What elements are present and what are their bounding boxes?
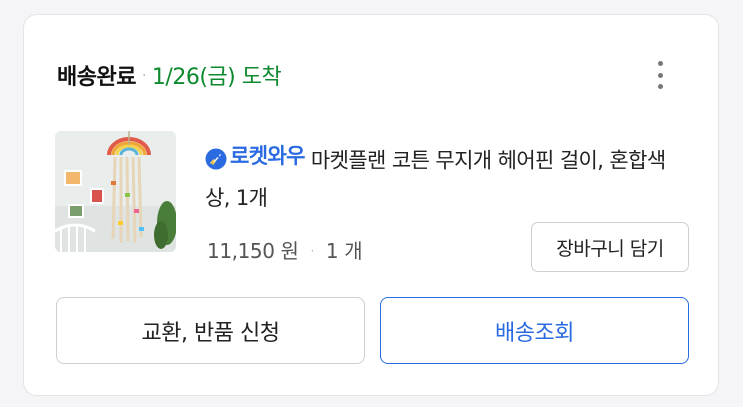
product-thumbnail[interactable] (55, 131, 176, 252)
exchange-return-button[interactable]: 교환, 반품 신청 (56, 297, 365, 364)
rocket-wow-badge: 로켓와우 (205, 138, 305, 175)
product-title-block[interactable]: 로켓와우 마켓플랜 코튼 무지개 헤어핀 걸이, 혼합색상, 1개 (205, 138, 685, 217)
track-delivery-button[interactable]: 배송조회 (380, 297, 689, 364)
product-image (55, 131, 176, 252)
price-row: 11,150 원 · 1 개 (207, 235, 363, 264)
order-card: 배송완료 · 1/26(금) 도착 로켓와우 마켓플랜 코튼 무지개 헤어핀 걸… (23, 14, 719, 396)
product-price: 11,150 원 (207, 239, 299, 263)
rocket-icon (205, 148, 227, 169)
badge-label: 로켓와우 (230, 144, 305, 168)
more-options-button[interactable] (648, 57, 672, 93)
add-to-cart-button[interactable]: 장바구니 담기 (531, 222, 689, 272)
price-separator: · (310, 244, 315, 258)
delivery-status: 배송완료 · 1/26(금) 도착 (57, 59, 282, 91)
status-separator: · (141, 68, 146, 84)
more-vertical-icon (657, 61, 663, 66)
status-label: 배송완료 (57, 65, 136, 90)
arrival-date: 1/26(금) 도착 (151, 65, 282, 90)
product-quantity: 1 개 (325, 239, 363, 263)
